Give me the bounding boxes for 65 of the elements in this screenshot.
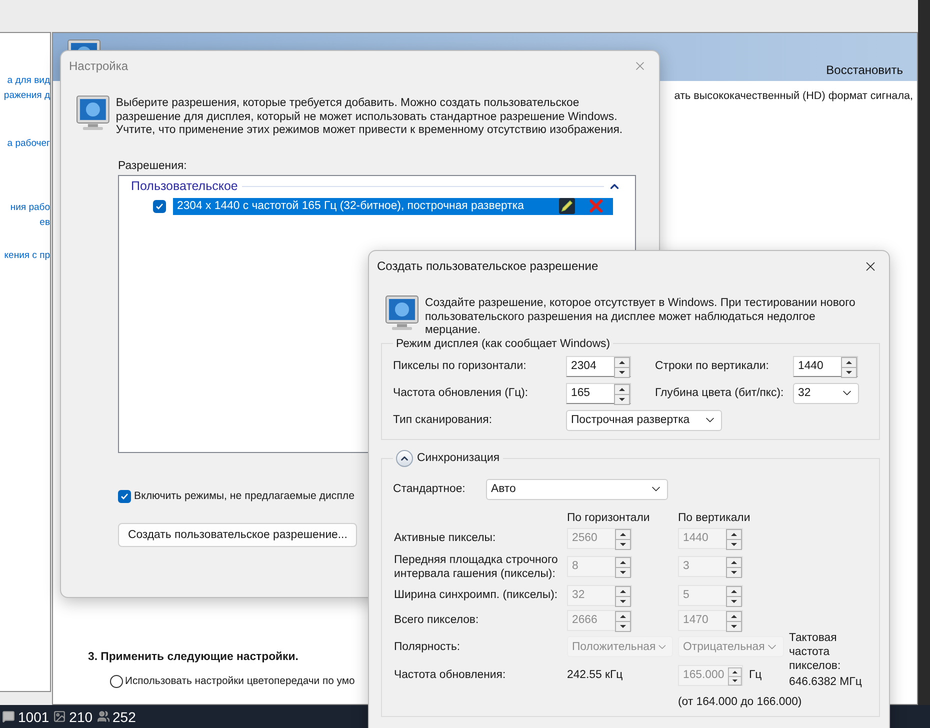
checkmark-icon xyxy=(155,202,164,210)
group-label: Пользовательское xyxy=(131,179,238,193)
create-resolution-button[interactable]: Создать пользовательское разрешение... xyxy=(118,522,358,546)
pencil-icon[interactable] xyxy=(559,198,575,214)
checkbox[interactable] xyxy=(153,200,166,212)
clock-value: 646.6382 МГц xyxy=(789,676,863,688)
restore-link[interactable]: Восстановить xyxy=(826,63,903,77)
field-label: Глубина цвета (бит/пкс): xyxy=(655,386,785,400)
field-label: Ширина синхроимп. (пикселы): xyxy=(394,588,559,602)
close-icon xyxy=(633,59,647,73)
counter-value: 252 xyxy=(112,708,136,724)
counter-value: 210 xyxy=(69,708,93,724)
radio-label: Использовать настройки цветопередачи по умо xyxy=(125,676,355,687)
number-field[interactable]: 165 xyxy=(566,382,631,404)
unit-label: Гц xyxy=(749,669,762,682)
dialog-title: Настройка xyxy=(69,59,128,73)
monitor-icon xyxy=(76,95,110,131)
monitor-icon xyxy=(385,295,419,331)
counter-value: 1001 xyxy=(18,708,50,724)
field-label: Активные пикселы: xyxy=(394,531,497,545)
field-label: Частота обновления (Гц): xyxy=(393,386,530,400)
sidebar-link[interactable]: ражения д xyxy=(4,88,50,103)
stepper-icon[interactable] xyxy=(614,384,630,404)
section-heading: 3. Применить следующие настройки. xyxy=(88,651,298,663)
frequency-value: 242.55 кГц xyxy=(567,669,624,682)
dropdown[interactable]: 32 xyxy=(793,382,859,404)
field-label: Всего пикселов: xyxy=(394,613,480,627)
dialog-title: Создать пользовательское разрешение xyxy=(377,259,598,273)
field-label: Строки по вертикали: xyxy=(655,359,770,373)
checkbox[interactable] xyxy=(118,490,131,502)
number-field[interactable]: 2304 xyxy=(566,356,631,376)
column-header: По горизонтали xyxy=(567,512,651,524)
range-text: (от 164.000 до 166.000) xyxy=(678,696,803,708)
checkmark-icon xyxy=(120,492,129,500)
field-label: Стандартное: xyxy=(393,483,466,495)
radio-button[interactable] xyxy=(110,675,123,688)
description-text: ать высококачественный (HD) формат сигнала, xyxy=(674,90,913,102)
people-icon[interactable] xyxy=(96,710,110,723)
dropdown[interactable]: Построчная развертка xyxy=(566,410,722,430)
field-label: Пикселы по горизонтали: xyxy=(393,359,528,373)
group-title: Синхронизация xyxy=(417,452,500,464)
sidebar-link[interactable]: а для вид xyxy=(7,73,50,88)
checkbox-label: Включить режимы, не предлагаемые диспле xyxy=(134,490,354,502)
dialog-message: Выберите разрешения, которые требуется добавить. Можно создать пользовательское разрешение для дисплея, который не может использовать стандартное разрешение Windows. Учтите, что применение этих режимов может привести к временному отсутствию изображения. xyxy=(116,97,624,138)
column-header: По вертикали xyxy=(678,512,752,524)
field-label: Передняя площадка строчного интервала гашения (пикселы): xyxy=(394,552,559,580)
sidebar-link[interactable]: ния рабо xyxy=(10,200,50,215)
list-item[interactable]: 2304 x 1440 с частотой 165 Гц (32-битное), построчная развертка xyxy=(173,198,613,214)
dropdown[interactable]: Авто xyxy=(486,478,668,500)
sidebar-link[interactable]: кения с пр xyxy=(4,248,50,263)
field-label: Тактовая частота пикселов: xyxy=(789,630,842,672)
sidebar-link[interactable]: ев xyxy=(40,215,50,230)
image-icon[interactable] xyxy=(53,710,66,723)
sidebar-link[interactable]: а рабочег xyxy=(7,136,50,151)
field-label: Частота обновления: xyxy=(394,668,507,682)
group-title: Режим дисплея (как сообщает Windows) xyxy=(396,338,610,350)
number-field[interactable]: 1440 xyxy=(793,356,858,376)
stepper-icon[interactable] xyxy=(614,356,630,378)
field-label: Полярность: xyxy=(394,640,462,654)
list-label: Разрешения: xyxy=(118,160,188,172)
stepper-icon[interactable] xyxy=(841,356,857,378)
speech-bubble-icon[interactable] xyxy=(2,710,15,723)
collapse-button[interactable] xyxy=(396,450,413,466)
field-label: Тип сканирования: xyxy=(393,413,493,427)
dialog-message: Создайте разрешение, которое отсутствует в Windows. При тестировании нового пользовательского разрешения на дисплее может наблюдаться недолгое мерцание. xyxy=(425,297,856,338)
